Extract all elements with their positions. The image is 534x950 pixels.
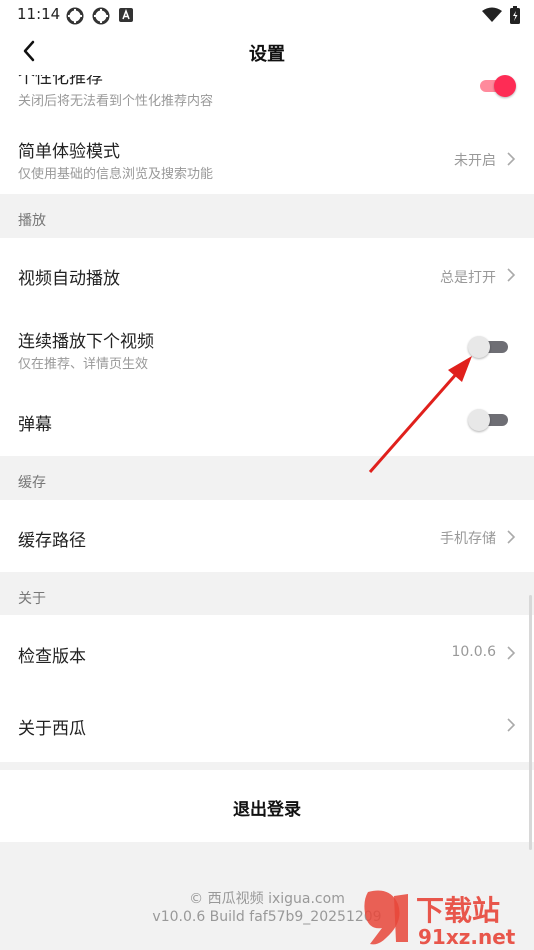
section-title: 缓存 (18, 475, 46, 491)
row-title: 个性化推荐 (18, 75, 103, 88)
settings-row-autoplay[interactable]: 视频自动播放 总是打开 (0, 238, 534, 310)
chevron-right-icon (507, 646, 516, 660)
status-bar: 11:14 (0, 0, 534, 30)
row-value: 总是打开 (440, 270, 496, 286)
settings-row-danmaku[interactable]: 弹幕 (0, 384, 534, 456)
row-title: 缓存路径 (18, 531, 86, 551)
section-title: 关于 (18, 591, 46, 607)
settings-row-continuous-play[interactable]: 连续播放下个视频 仅在推荐、详情页生效 (0, 310, 534, 384)
row-title: 简单体验模式 (18, 142, 120, 162)
row-value: 手机存储 (440, 531, 496, 547)
section-header-cache: 缓存 (0, 456, 534, 500)
row-subtitle: 关闭后将无法看到个性化推荐内容 (18, 94, 214, 109)
row-title: 检查版本 (18, 647, 86, 667)
continuous-play-toggle[interactable] (468, 336, 512, 358)
row-title: 弹幕 (18, 415, 52, 435)
row-value: 10.0.6 (451, 644, 496, 660)
row-title: 关于西瓜 (18, 719, 86, 739)
section-header-play: 播放 (0, 194, 534, 238)
status-notification-icons (66, 7, 134, 25)
chevron-right-icon (507, 718, 516, 732)
status-system-icons (482, 6, 520, 24)
logout-button[interactable]: 退出登录 (0, 770, 534, 842)
settings-row-about[interactable]: 关于西瓜 (0, 688, 534, 762)
row-subtitle: 仅使用基础的信息浏览及搜索功能 (18, 167, 214, 182)
row-title: 视频自动播放 (18, 269, 120, 289)
personalized-toggle[interactable] (472, 75, 516, 97)
battery-icon (510, 6, 520, 24)
wifi-icon (482, 7, 502, 22)
top-nav-bar: 设置 (0, 30, 534, 75)
watermark-logo: 下载站 91xz.net (364, 890, 516, 948)
row-subtitle: 仅在推荐、详情页生效 (18, 357, 149, 372)
section-title: 播放 (18, 213, 46, 229)
settings-row-personalized[interactable]: 个性化推荐 关闭后将无法看到个性化推荐内容 (0, 75, 534, 120)
logout-label: 退出登录 (233, 800, 301, 820)
scrollbar[interactable] (529, 595, 532, 850)
app-notification-icon (66, 7, 84, 25)
svg-text:下载站: 下载站 (416, 894, 500, 927)
chevron-right-icon (507, 152, 516, 166)
text-app-icon (119, 8, 133, 22)
settings-row-cache-path[interactable]: 缓存路径 手机存储 (0, 500, 534, 572)
settings-row-check-version[interactable]: 检查版本 10.0.6 (0, 615, 534, 688)
status-time: 11:14 (17, 5, 61, 23)
settings-row-simple-mode[interactable]: 简单体验模式 仅使用基础的信息浏览及搜索功能 未开启 (0, 120, 534, 194)
page-title: 设置 (249, 44, 285, 65)
danmaku-toggle[interactable] (468, 409, 512, 431)
app-notification-icon (92, 7, 110, 25)
row-title: 连续播放下个视频 (18, 332, 154, 352)
svg-text:91xz.net: 91xz.net (418, 925, 516, 948)
row-value: 未开启 (454, 153, 496, 169)
section-header-about: 关于 (0, 572, 534, 615)
chevron-right-icon (507, 268, 516, 282)
chevron-right-icon (507, 530, 516, 544)
